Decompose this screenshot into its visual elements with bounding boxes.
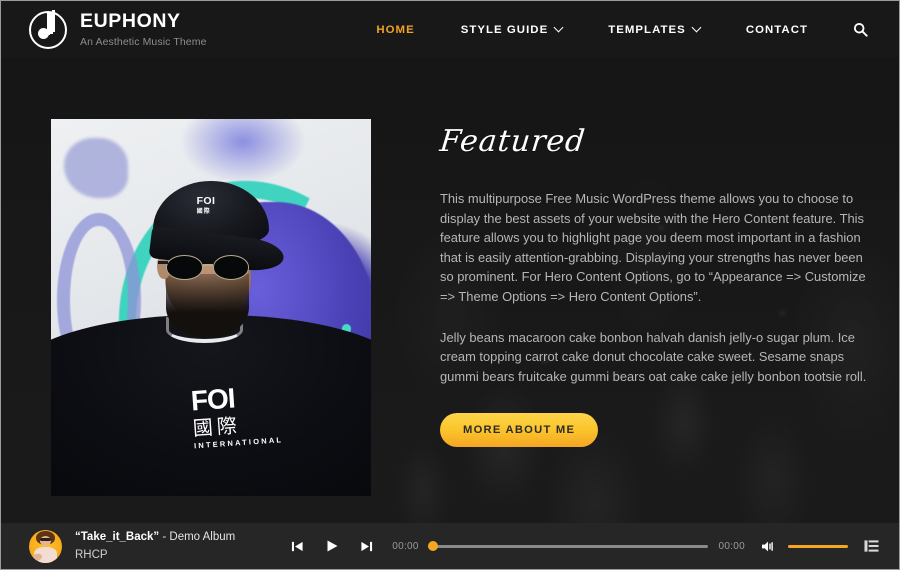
track-title: “Take_it_Back” (75, 530, 160, 543)
track-metadata: “Take_it_Back” - Demo Album RHCP (75, 530, 235, 563)
nav-item-templates[interactable]: TEMPLATES (585, 22, 723, 36)
play-icon[interactable] (325, 539, 339, 553)
nav-item-style-guide-label: STYLE GUIDE (460, 23, 549, 36)
cap-logo-text: FOI 國際 (197, 196, 216, 215)
brand[interactable]: EUPHONY An Aesthetic Music Theme (29, 9, 207, 49)
track-artist: RHCP (75, 549, 108, 561)
progress-track (427, 544, 709, 548)
person-sunglasses (157, 255, 251, 280)
time-total: 00:00 (718, 540, 745, 552)
sunglass-lens-left (166, 255, 203, 280)
progress-knob[interactable] (427, 541, 438, 551)
nav-item-contact[interactable]: CONTACT (723, 24, 831, 36)
player-controls (291, 539, 373, 553)
time-elapsed: 00:00 (392, 540, 419, 552)
chevron-down-icon (553, 22, 564, 33)
hero-section: FOI 國際 INTERNATIONAL FOI 國際 Featured Thi… (1, 58, 899, 523)
cap-logo-main: FOI (196, 195, 216, 208)
volume-slider[interactable] (788, 539, 848, 553)
nav-item-style-guide[interactable]: STYLE GUIDE (438, 22, 586, 36)
progress-slider[interactable] (427, 539, 709, 553)
brand-tagline: An Aesthetic Music Theme (80, 36, 207, 49)
hero-copy: Featured This multipurpose Free Music Wo… (438, 119, 869, 523)
avatar-sunglasses (40, 538, 51, 541)
music-note-circle-icon (29, 10, 67, 49)
hero-image: FOI 國際 INTERNATIONAL FOI 國際 (51, 119, 371, 496)
site-header: EUPHONY An Aesthetic Music Theme HOME ST… (1, 1, 899, 58)
volume-track (788, 544, 848, 548)
volume-speaker-icon[interactable] (761, 540, 776, 553)
nav-item-contact-label: CONTACT (745, 23, 808, 36)
track-title-line: “Take_it_Back” - Demo Album (75, 530, 235, 544)
track-album: - Demo Album (159, 530, 236, 543)
nav-item-home[interactable]: HOME (353, 24, 437, 36)
shirt-logo-text: FOI (189, 382, 236, 417)
playlist-list-icon[interactable] (864, 539, 879, 553)
hero-person: FOI 國際 INTERNATIONAL FOI 國際 (51, 119, 371, 496)
hero-paragraph-1: This multipurpose Free Music WordPress t… (440, 191, 866, 305)
page-root: EUPHONY An Aesthetic Music Theme HOME ST… (0, 0, 900, 570)
main-nav: HOME STYLE GUIDE TEMPLATES CONTACT (353, 22, 872, 37)
search-icon[interactable] (831, 22, 872, 37)
cap-logo-sub: 國際 (196, 208, 211, 215)
more-about-me-button[interactable]: MORE ABOUT ME (440, 413, 599, 448)
hero-paragraph-2: Jelly beans macaroon cake bonbon halvah … (440, 329, 867, 384)
sunglass-temple (157, 260, 169, 265)
sunglass-bridge (202, 264, 213, 266)
page-title: EUPHONY (80, 9, 181, 32)
album-art-avatar[interactable] (29, 529, 62, 563)
sunglass-lens-right (212, 255, 250, 280)
shirt-logo: FOI 國際 INTERNATIONAL (190, 379, 322, 450)
nav-item-home-label: HOME (376, 23, 415, 36)
person-beard (166, 273, 250, 338)
next-track-icon[interactable] (360, 540, 373, 553)
chevron-down-icon (691, 22, 702, 33)
brand-text: EUPHONY An Aesthetic Music Theme (80, 9, 207, 49)
audio-player-bar: “Take_it_Back” - Demo Album RHCP 00:00 0… (1, 523, 899, 569)
previous-track-icon[interactable] (291, 540, 304, 553)
nav-item-templates-label: TEMPLATES (608, 23, 686, 36)
featured-heading: Featured (438, 124, 588, 159)
